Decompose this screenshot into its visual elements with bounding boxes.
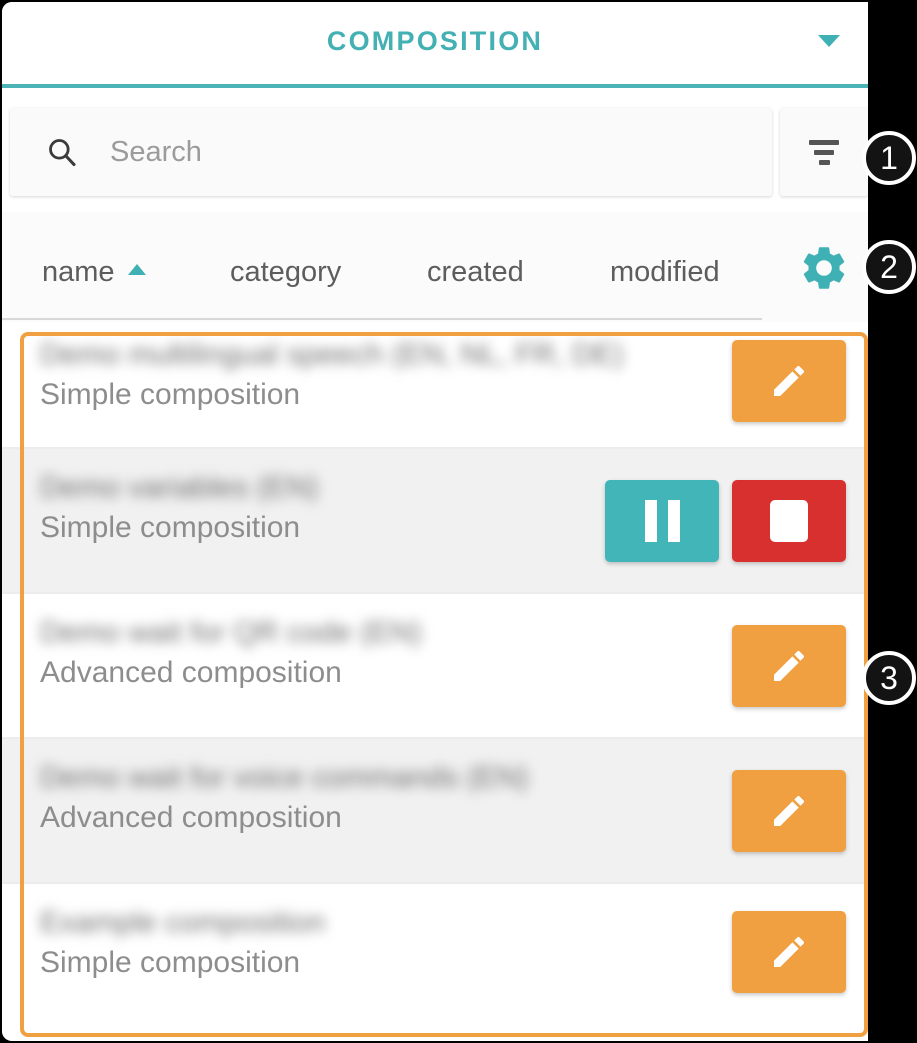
list-item-title: Example composition [40, 906, 326, 939]
page-title: COMPOSITION [326, 26, 544, 56]
list-item[interactable]: Demo variables (EN) Simple composition [2, 449, 868, 594]
column-header-name[interactable]: name [42, 256, 115, 289]
list-item-title: Demo multilingual speech (EN, NL, FR, DE… [40, 338, 624, 371]
search-icon [49, 139, 76, 167]
edit-button[interactable] [732, 769, 846, 852]
device-frame: COMPOSITION name category [0, 0, 917, 1043]
list-item-actions [732, 910, 846, 993]
stop-icon [770, 499, 808, 542]
edit-button[interactable] [732, 339, 846, 422]
column-header-modified[interactable]: modified [610, 256, 720, 289]
list-item-actions [732, 769, 846, 852]
pencil-icon [774, 936, 805, 967]
list-item-subtitle: Simple composition [40, 511, 301, 544]
list-item[interactable]: Example composition Simple composition [2, 884, 868, 1019]
composition-panel: COMPOSITION name category [2, 2, 868, 1041]
callout-badge-3: 3 [862, 651, 916, 705]
search-box[interactable] [10, 108, 772, 196]
caret-up-icon [128, 264, 146, 275]
list-item-actions [732, 624, 846, 707]
chevron-down-icon[interactable] [818, 35, 840, 47]
list-item[interactable]: Demo wait for voice commands (EN) Advance… [2, 739, 868, 884]
callout-badge-1: 1 [862, 131, 916, 185]
title-bar: COMPOSITION [2, 2, 868, 88]
list-item-title: Demo variables (EN) [40, 471, 319, 504]
pencil-icon [774, 795, 805, 826]
callout-badge-2: 2 [862, 240, 916, 294]
filter-button[interactable] [780, 108, 868, 196]
list-item-subtitle: Advanced composition [40, 801, 342, 834]
list-item-subtitle: Advanced composition [40, 656, 342, 689]
column-header-created[interactable]: created [427, 256, 524, 289]
pause-icon [644, 499, 680, 542]
column-header-row: name category created modified [2, 212, 868, 322]
stop-button[interactable] [732, 479, 846, 562]
edit-button[interactable] [732, 910, 846, 993]
list-item[interactable]: Demo wait for QR code (EN) Advanced compo… [2, 594, 868, 739]
list-item-title: Demo wait for voice commands (EN) [40, 761, 529, 794]
pause-button[interactable] [605, 479, 719, 562]
edit-button[interactable] [732, 624, 846, 707]
list-item-actions [605, 479, 846, 562]
gear-icon[interactable] [798, 242, 850, 294]
pencil-icon [774, 365, 805, 396]
list-item[interactable]: Demo multilingual speech (EN, NL, FR, DE… [2, 324, 868, 449]
list-item-subtitle: Simple composition [40, 378, 301, 411]
search-row [2, 92, 868, 204]
search-input[interactable] [108, 134, 712, 170]
list-item-title: Demo wait for QR code (EN) [40, 616, 422, 649]
list-item-subtitle: Simple composition [40, 946, 301, 979]
filter-icon [809, 139, 839, 165]
column-header-category[interactable]: category [230, 256, 341, 289]
composition-list[interactable]: Demo multilingual speech (EN, NL, FR, DE… [2, 324, 868, 1039]
list-item-actions [732, 339, 846, 422]
pencil-icon [774, 650, 805, 681]
